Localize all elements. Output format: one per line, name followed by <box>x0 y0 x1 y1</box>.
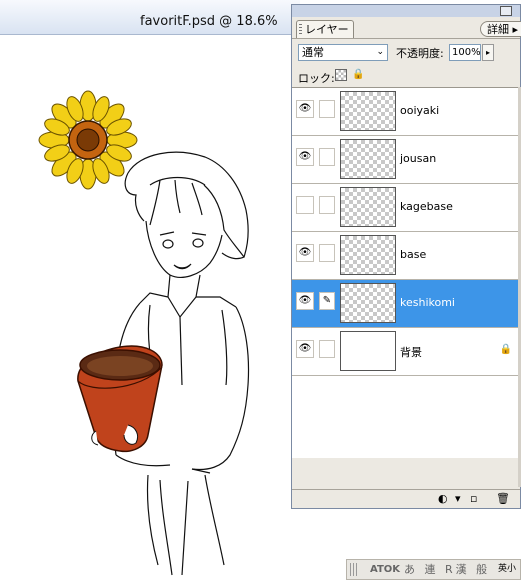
opacity-input[interactable]: 100% <box>449 44 481 61</box>
panel-footer: ◐ ▾ ▫ 🗑 <box>292 489 520 508</box>
layer-thumbnail <box>340 283 396 323</box>
layer-name: ooiyaki <box>400 104 440 117</box>
layer-row[interactable]: 👁 jousan <box>292 136 518 184</box>
link-cell[interactable] <box>319 100 335 118</box>
opacity-slider-button[interactable]: ▸ <box>482 44 494 61</box>
panel-minimize-icon[interactable] <box>500 6 512 16</box>
layers-panel: レイヤー 詳細 ▸ 通常 ⌄ 不透明度: 100% ▸ ロック: 🔒 👁 ooi… <box>291 4 521 509</box>
opacity-label: 不透明度: <box>396 47 444 60</box>
ime-case-indicator[interactable]: 英小 <box>498 560 516 579</box>
layer-options: 通常 ⌄ 不透明度: 100% ▸ ロック: 🔒 <box>292 38 520 85</box>
ime-name[interactable]: ATOK <box>370 560 400 579</box>
adjustment-layer-icon[interactable]: ◐ <box>438 492 448 505</box>
new-layer-icon[interactable]: ▫ <box>470 492 477 505</box>
eye-icon[interactable]: 👁 <box>296 340 314 358</box>
link-cell[interactable] <box>319 196 335 214</box>
layer-thumbnail <box>340 235 396 275</box>
link-cell[interactable] <box>319 148 335 166</box>
layer-row-selected[interactable]: 👁 ✎ keshikomi <box>292 280 518 328</box>
tab-layers[interactable]: レイヤー <box>296 20 354 38</box>
grip-icon <box>350 563 358 576</box>
document-title: favoritF.psd @ 18.6% <box>140 14 278 29</box>
layer-list: 👁 ooiyaki 👁 jousan kagebase 👁 base 👁 ✎ k… <box>292 87 518 458</box>
menu-triangle-icon[interactable]: ▾ <box>455 492 461 505</box>
layer-name: 背景 <box>400 346 422 359</box>
panel-menu-label: 詳細 <box>487 23 509 36</box>
layer-thumbnail <box>340 91 396 131</box>
flowerpot-drawing <box>77 345 163 453</box>
sunflower-drawing <box>38 90 138 190</box>
blend-mode-value: 通常 <box>302 46 324 59</box>
layer-thumbnail <box>340 331 396 371</box>
chevron-down-icon: ⌄ <box>376 47 384 57</box>
layer-name: kagebase <box>400 200 453 213</box>
lock-transparency-icon[interactable] <box>335 69 347 81</box>
eye-icon[interactable]: 👁 <box>296 148 314 166</box>
eye-icon[interactable]: 👁 <box>296 292 314 310</box>
blend-mode-select[interactable]: 通常 ⌄ <box>298 44 388 61</box>
triangle-right-icon: ▸ <box>512 23 519 36</box>
document-titlebar[interactable]: favoritF.psd @ 18.6% <box>0 0 300 35</box>
layer-name: base <box>400 248 427 261</box>
layer-name: keshikomi <box>400 296 455 309</box>
drawing-canvas[interactable] <box>0 35 291 584</box>
lock-icon: 🔒 <box>499 344 512 355</box>
link-cell[interactable] <box>319 340 335 358</box>
grip-icon <box>299 24 302 36</box>
layer-thumbnail <box>340 139 396 179</box>
lock-label: ロック: <box>298 72 335 85</box>
panel-menu-button[interactable]: 詳細 ▸ <box>480 21 521 37</box>
layer-thumbnail <box>340 187 396 227</box>
layer-row[interactable]: 👁 ooiyaki <box>292 88 518 136</box>
link-cell[interactable] <box>319 244 335 262</box>
hidden-visibility-cell[interactable] <box>296 196 314 214</box>
trash-icon[interactable]: 🗑 <box>496 492 510 505</box>
ime-mode-buttons[interactable]: あ 連 R漢 般 <box>404 560 490 579</box>
ime-toolbar: ATOK あ 連 R漢 般 英小 <box>346 559 521 580</box>
brush-icon[interactable]: ✎ <box>319 292 335 310</box>
layer-name: jousan <box>400 152 437 165</box>
panel-header-bar[interactable] <box>292 5 520 17</box>
illustration <box>38 90 250 576</box>
layer-row[interactable]: kagebase <box>292 184 518 232</box>
tab-layers-label: レイヤー <box>305 23 349 36</box>
layer-row[interactable]: 👁 背景 🔒 <box>292 328 518 376</box>
layer-row[interactable]: 👁 base <box>292 232 518 280</box>
lock-all-icon[interactable]: 🔒 <box>352 69 364 80</box>
eye-icon[interactable]: 👁 <box>296 244 314 262</box>
eye-icon[interactable]: 👁 <box>296 100 314 118</box>
